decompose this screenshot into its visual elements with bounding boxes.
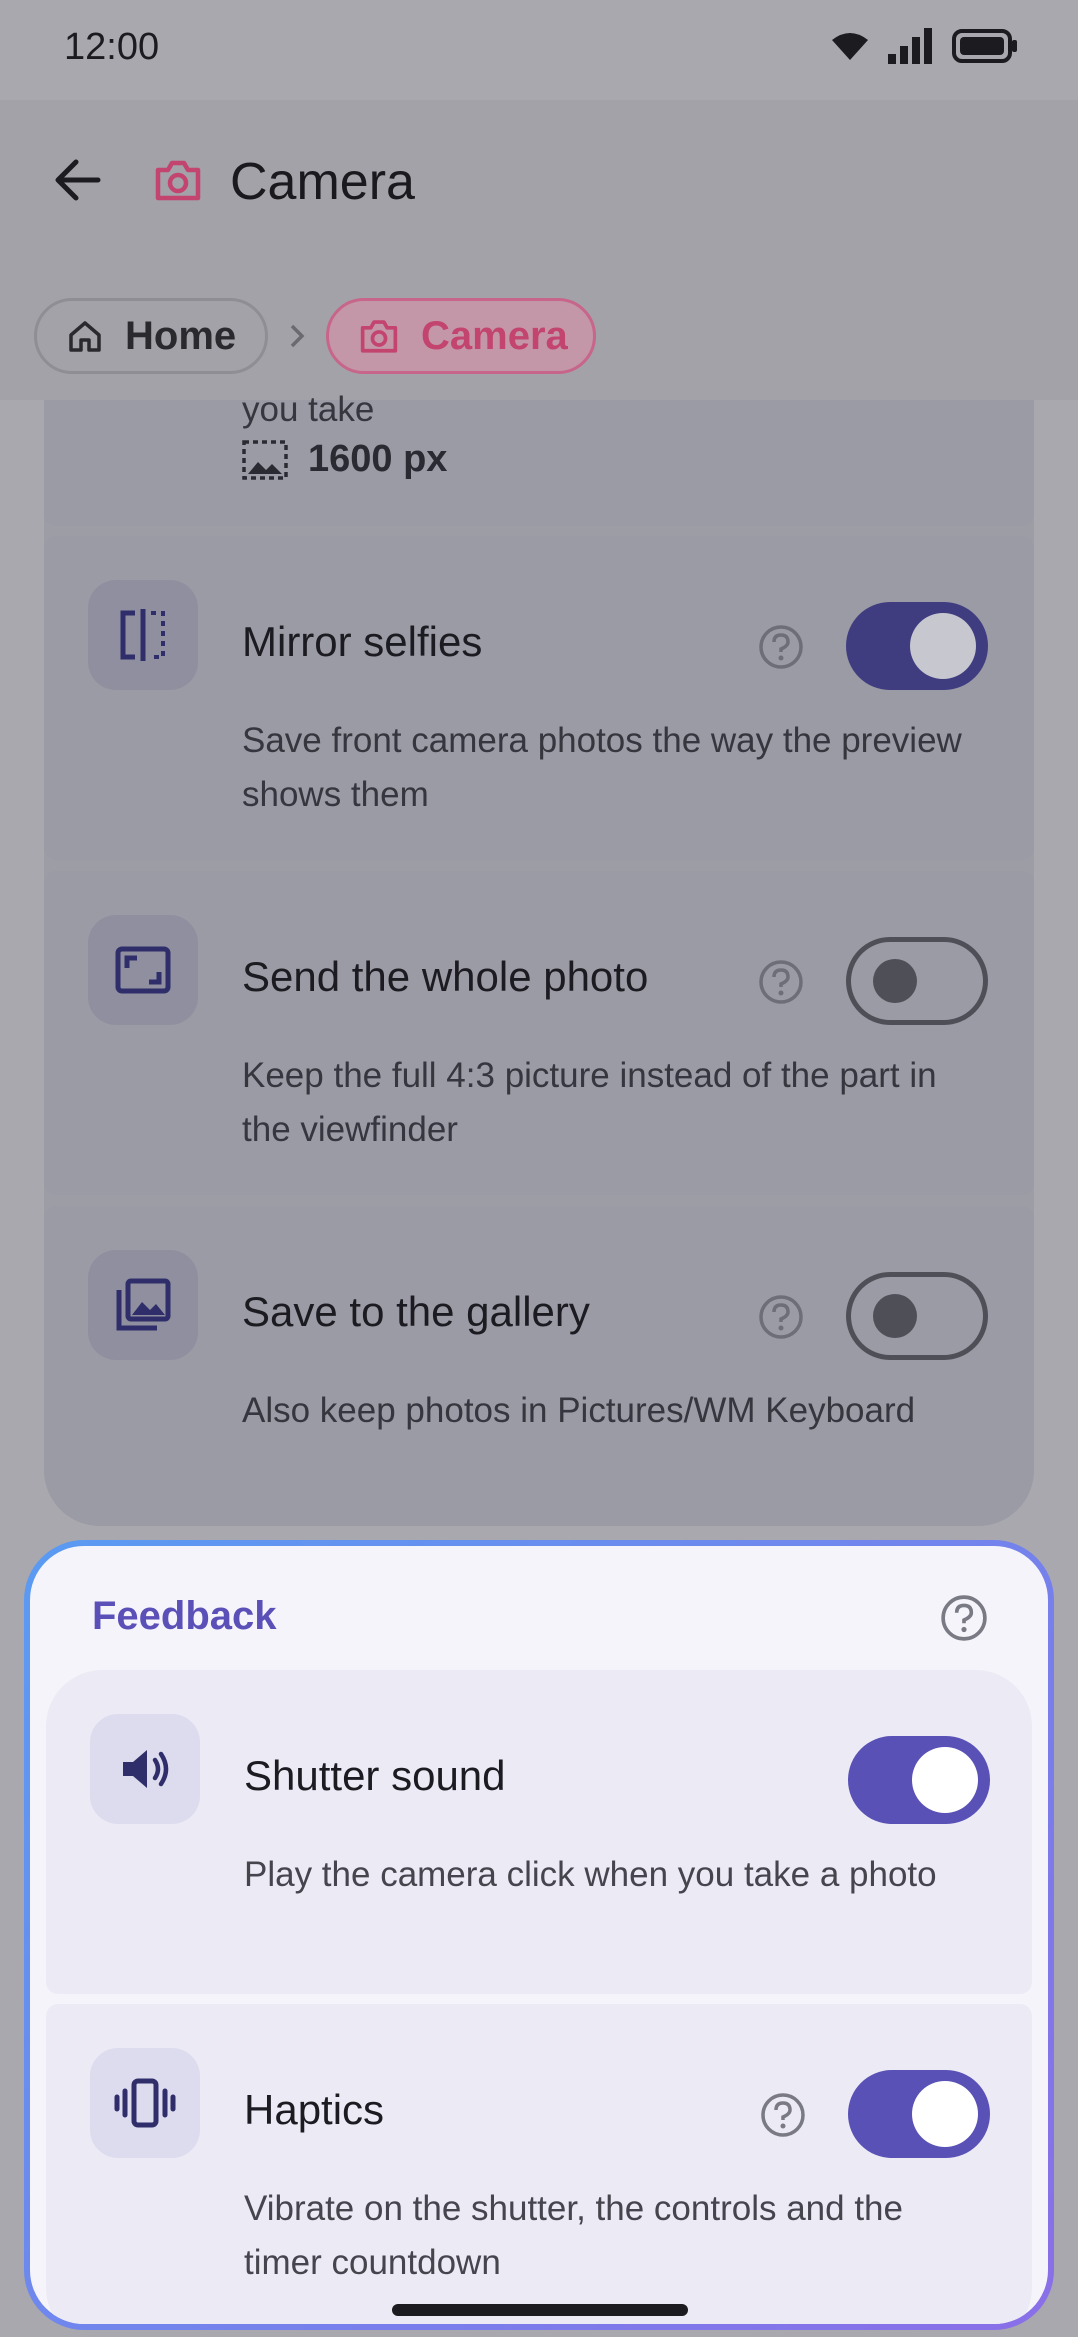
crop-icon-box: [88, 915, 198, 1025]
setting-label: Shutter sound: [244, 1752, 506, 1799]
vibrate-icon-box: [90, 2048, 200, 2158]
help-button[interactable]: [758, 959, 804, 1010]
signal-icon: [888, 28, 932, 64]
mirror-icon: [120, 609, 165, 661]
gallery-icon-box: [88, 1250, 198, 1360]
image-size-description: you take: [242, 390, 375, 429]
setting-label: Haptics: [244, 2086, 385, 2133]
battery-icon: [952, 29, 1017, 63]
breadcrumb-camera[interactable]: Camera: [326, 298, 596, 374]
section-title: Feedback: [92, 1594, 277, 1638]
home-indicator[interactable]: [392, 2304, 688, 2316]
setting-description: Vibrate on the shutter, the controls and…: [244, 2189, 903, 2282]
help-icon: [759, 960, 803, 1004]
camera-icon: [360, 320, 398, 353]
breadcrumb: Home Camera: [34, 298, 596, 374]
image-size-value: 1600 px: [242, 438, 447, 481]
setting-row-haptics[interactable]: Haptics Vibrate on the shutter, the cont…: [46, 2004, 1032, 2324]
setting-row-shutter-sound[interactable]: Shutter sound Play the camera click when…: [46, 1670, 1032, 1994]
feedback-section: Feedback Shutter sound Play the camera c…: [24, 1540, 1054, 2330]
home-icon: [69, 321, 101, 352]
help-button[interactable]: [758, 624, 804, 675]
breadcrumb-home-label: Home: [125, 313, 237, 358]
vibrate-icon: [114, 2078, 176, 2128]
help-icon: [761, 2093, 805, 2137]
wifi-icon: [832, 33, 868, 60]
section-help-button[interactable]: [940, 1594, 988, 1647]
help-button[interactable]: [760, 2092, 806, 2143]
setting-description: Play the camera click when you take a ph…: [244, 1855, 937, 1894]
setting-description: Also keep photos in Pictures/WM Keyboard: [242, 1391, 916, 1430]
help-button[interactable]: [758, 1294, 804, 1345]
setting-label: Mirror selfies: [242, 618, 483, 665]
breadcrumb-separator: [268, 323, 326, 349]
speaker-icon-box: [90, 1714, 200, 1824]
image-size-row[interactable]: you take 1600 px: [44, 390, 1034, 526]
setting-label: Save to the gallery: [242, 1288, 590, 1335]
setting-description: Save front camera photos the way the pre…: [242, 721, 962, 814]
setting-row-save-to-gallery[interactable]: Save to the gallery Also keep photos in …: [44, 1206, 1034, 1526]
status-icons: [830, 28, 1018, 64]
mirror-selfies-toggle[interactable]: [846, 602, 988, 690]
help-icon: [759, 625, 803, 669]
setting-label: Send the whole photo: [242, 953, 649, 1000]
image-size-value-label: 1600 px: [308, 438, 448, 480]
mirror-icon-box: [88, 580, 198, 690]
help-icon: [759, 1295, 803, 1339]
breadcrumb-camera-label: Camera: [421, 313, 568, 358]
gallery-icon: [116, 1278, 171, 1331]
speaker-icon: [123, 1750, 169, 1788]
setting-row-send-whole-photo[interactable]: Send the whole photo Keep the full 4:3 p…: [44, 871, 1034, 1195]
save-to-gallery-toggle[interactable]: [846, 1272, 988, 1360]
help-icon: [941, 1595, 987, 1641]
setting-row-mirror-selfies[interactable]: Mirror selfies Save front camera photos …: [44, 536, 1034, 860]
send-whole-photo-toggle[interactable]: [846, 937, 988, 1025]
back-arrow-icon[interactable]: [48, 150, 108, 210]
status-bar: 12:00: [0, 0, 1078, 100]
haptics-toggle[interactable]: [848, 2070, 990, 2158]
status-time: 12:00: [64, 26, 160, 68]
camera-icon: [155, 160, 201, 201]
image-size-icon: [242, 439, 288, 480]
breadcrumb-home[interactable]: Home: [34, 298, 268, 374]
setting-description: Keep the full 4:3 picture instead of the…: [242, 1056, 937, 1149]
page-title: Camera: [230, 153, 415, 211]
chevron-right-icon: [290, 324, 305, 348]
crop-icon: [115, 946, 171, 994]
shutter-sound-toggle[interactable]: [848, 1736, 990, 1824]
